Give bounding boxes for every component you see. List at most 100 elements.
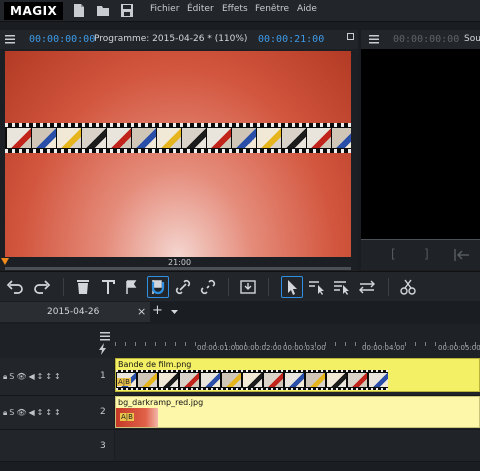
- hamburger-menu-icon[interactable]: [5, 35, 15, 44]
- program-timecode-current[interactable]: 00:00:00:00: [29, 34, 95, 45]
- clip-bg-darkramp-red[interactable]: bg_darkramp_red.jpg A|B: [115, 396, 480, 428]
- filmstrip-image: [5, 123, 351, 153]
- ab-badge-1: A|B: [117, 378, 131, 386]
- razor-scissors-icon[interactable]: [398, 277, 418, 297]
- timeline-ruler[interactable]: 00:00:01:00 00:00:02:00 00:00:03:00 00:0…: [0, 324, 480, 358]
- redo-icon[interactable]: [32, 277, 52, 297]
- track-select-icon[interactable]: [332, 277, 352, 297]
- track-2-controls[interactable]: 🔒︎S👁︎◀︎↕︎↕︎↕︎: [3, 408, 63, 418]
- ripple-trim-icon[interactable]: [357, 277, 377, 297]
- save-icon[interactable]: [120, 3, 134, 18]
- ruler-mark-4: 00:00:04:00: [362, 344, 405, 352]
- clip-1-title: Bande de film.png: [118, 360, 192, 369]
- film-frame: [232, 128, 256, 148]
- source-timecode: 00:00:00:00: [393, 34, 460, 45]
- clip-thumb-frame: [243, 373, 262, 387]
- track-3-number: 3: [100, 441, 106, 451]
- program-title: Programme: 2015-04-26 * (110%): [94, 34, 248, 44]
- new-file-icon[interactable]: [72, 3, 86, 18]
- film-frame: [332, 128, 351, 148]
- maximize-icon[interactable]: [347, 33, 354, 40]
- delete-icon[interactable]: [73, 277, 93, 297]
- magnet-snap-button[interactable]: [147, 276, 169, 298]
- ruler-mark-2: 00:00:02:00: [239, 344, 282, 352]
- ab-badge-2: A|B: [120, 413, 134, 421]
- source-transport: [ ]: [361, 240, 480, 270]
- film-frame: [307, 128, 331, 148]
- clip-thumb-frame: [138, 373, 157, 387]
- clip-thumb-frame: [159, 373, 178, 387]
- track-3-header[interactable]: 3: [0, 430, 114, 462]
- timeline-lightning-icon[interactable]: [97, 343, 109, 355]
- timeline-menu-icon[interactable]: [100, 332, 110, 341]
- project-tab-label: 2015-04-26: [47, 307, 100, 317]
- program-monitor: 00:00:00:00 Programme: 2015-04-26 * (110…: [0, 30, 358, 300]
- track-2-number: 2: [100, 407, 106, 417]
- add-tab-icon[interactable]: +: [152, 303, 163, 318]
- magix-logo: MAGIX: [4, 2, 64, 20]
- menu-aide[interactable]: Aide: [297, 4, 317, 14]
- clip-thumb-frame: [264, 373, 283, 387]
- program-monitor-header: 00:00:00:00 Programme: 2015-04-26 * (110…: [0, 30, 358, 49]
- track-3-lane[interactable]: [115, 430, 480, 462]
- source-mark-in-button[interactable]: [: [391, 247, 396, 261]
- track-1-lane[interactable]: Bande de film.png A|B: [115, 358, 480, 396]
- film-frame: [7, 128, 31, 148]
- arrow-pointer-icon: [288, 280, 297, 295]
- track-2-lane[interactable]: bg_darkramp_red.jpg A|B: [115, 396, 480, 430]
- title-text-icon[interactable]: [98, 277, 118, 297]
- split-icon[interactable]: [121, 277, 141, 297]
- film-frame: [57, 128, 81, 148]
- menu-editer[interactable]: Éditer: [187, 4, 214, 14]
- film-frame: [257, 128, 281, 148]
- menu-effets[interactable]: Effets: [222, 4, 248, 14]
- source-mark-out-button[interactable]: ]: [424, 247, 429, 261]
- ruler-mark-3: 00:00:03:00: [283, 344, 326, 352]
- magnet-icon: [151, 282, 165, 295]
- track-1-number: 1: [100, 371, 106, 381]
- clip-thumb-frame: [180, 373, 199, 387]
- select-tool-button[interactable]: [281, 276, 303, 298]
- menu-fenetre[interactable]: Fenêtre: [255, 4, 289, 14]
- clip-1-thumbnail-strip: [116, 370, 388, 390]
- source-monitor: 00:00:00:00 Sou [ ]: [361, 30, 480, 270]
- source-hamburger-icon[interactable]: [369, 35, 379, 44]
- edit-toolbar: [0, 271, 480, 301]
- film-frame: [157, 128, 181, 148]
- timeline-tab-bar: 2015-04-26 × +: [0, 302, 480, 322]
- film-frame: [107, 128, 131, 148]
- source-go-to-in-icon[interactable]: [453, 246, 471, 264]
- unlink-icon[interactable]: [198, 277, 218, 297]
- range-select-icon[interactable]: [307, 277, 327, 297]
- magix-editor-window: MAGIX Fichier Éditer Effets Fenêtre Aide…: [0, 0, 480, 471]
- program-time-ruler[interactable]: 21:00: [0, 257, 358, 270]
- program-timecode-duration: 00:00:21:00: [258, 34, 325, 45]
- project-tab[interactable]: 2015-04-26 ×: [0, 302, 150, 322]
- tab-dropdown-icon[interactable]: [171, 310, 178, 315]
- video-preview: [5, 51, 351, 257]
- source-monitor-header: 00:00:00:00 Sou: [361, 30, 480, 49]
- undo-icon[interactable]: [5, 277, 25, 297]
- film-frame: [282, 128, 306, 148]
- clip-thumb-frame: [369, 373, 388, 387]
- open-folder-icon[interactable]: [96, 3, 110, 18]
- clip-thumb-frame: [201, 373, 220, 387]
- insert-mode-icon[interactable]: [238, 277, 258, 297]
- ruler-time-label: 21:00: [168, 258, 192, 267]
- track-2-header[interactable]: 🔒︎S👁︎◀︎↕︎↕︎↕︎ 2: [0, 396, 114, 430]
- clip-thumb-frame: [327, 373, 346, 387]
- ruler-mark-1: 00:00:01:00: [197, 344, 240, 352]
- track-1-controls[interactable]: 🔒︎S👁︎◀︎↕︎↕︎↕︎: [3, 372, 63, 382]
- track-1-header[interactable]: 🔒︎S👁︎◀︎↕︎↕︎↕︎ 1: [0, 358, 114, 396]
- close-tab-icon[interactable]: ×: [137, 305, 146, 318]
- clip-thumb-frame: [222, 373, 241, 387]
- clip-bande-de-film[interactable]: Bande de film.png A|B: [115, 358, 480, 392]
- clip-thumb-frame: [285, 373, 304, 387]
- film-frame: [32, 128, 56, 148]
- film-frame: [207, 128, 231, 148]
- source-title: Sou: [464, 34, 480, 44]
- clip-thumb-frame: [306, 373, 325, 387]
- menu-fichier[interactable]: Fichier: [150, 4, 179, 14]
- playhead-marker-icon[interactable]: [1, 258, 9, 266]
- link-icon[interactable]: [173, 277, 193, 297]
